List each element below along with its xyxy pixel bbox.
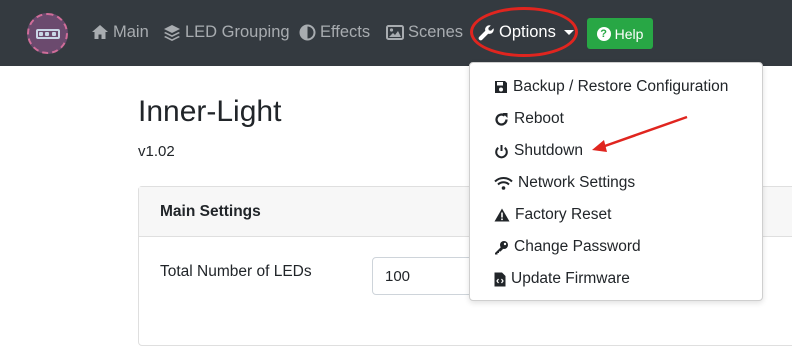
question-circle-icon: ? — [596, 26, 611, 41]
menu-item-label: Change Password — [514, 238, 641, 255]
nav-item-label: Effects — [320, 22, 371, 41]
layers-icon — [164, 24, 180, 41]
navbar: Main LED Grouping Effects Scenes Options… — [0, 0, 792, 66]
menu-item-label: Backup / Restore Configuration — [513, 78, 729, 95]
menu-item-label: Reboot — [514, 110, 564, 127]
nav-item-label: Main — [113, 22, 149, 41]
nav-item-led-grouping[interactable]: LED Grouping — [163, 20, 290, 44]
home-icon — [92, 25, 108, 39]
annotation-circle — [470, 7, 578, 57]
led-count-input[interactable] — [372, 257, 482, 295]
menu-item-label: Update Firmware — [511, 270, 630, 287]
nav-item-label: LED Grouping — [185, 22, 290, 41]
menu-item-reboot[interactable]: Reboot — [470, 106, 762, 132]
version-text: v1.02 — [138, 143, 175, 160]
warning-icon — [494, 208, 510, 222]
menu-item-backup-restore[interactable]: Backup / Restore Configuration — [470, 74, 762, 100]
menu-item-label: Factory Reset — [515, 206, 612, 223]
image-icon — [386, 24, 404, 40]
redo-icon — [495, 112, 508, 126]
menu-item-label: Shutdown — [514, 142, 583, 159]
card-title: Main Settings — [160, 203, 261, 220]
brand-logo[interactable] — [27, 13, 68, 54]
key-icon — [495, 240, 508, 254]
led-strip-icon — [35, 28, 60, 39]
menu-item-update-firmware[interactable]: Update Firmware — [470, 266, 762, 292]
adjust-icon — [299, 24, 316, 40]
menu-item-factory-reset[interactable]: Factory Reset — [470, 202, 762, 228]
power-icon — [495, 144, 508, 158]
help-button[interactable]: ? Help — [587, 18, 653, 49]
nav-item-effects[interactable]: Effects — [299, 20, 370, 44]
menu-item-label: Network Settings — [518, 174, 636, 191]
file-code-icon — [494, 272, 506, 286]
nav-item-main[interactable]: Main — [91, 20, 149, 44]
help-label: Help — [614, 25, 644, 42]
menu-item-network-settings[interactable]: Network Settings — [470, 170, 762, 196]
options-dropdown-menu: Backup / Restore Configuration Reboot Sh… — [469, 62, 763, 301]
menu-item-change-password[interactable]: Change Password — [470, 234, 762, 260]
nav-item-label: Scenes — [408, 22, 464, 41]
nav-item-scenes[interactable]: Scenes — [386, 20, 463, 44]
save-icon — [495, 81, 507, 93]
menu-item-shutdown[interactable]: Shutdown — [470, 138, 762, 164]
page-title: Inner-Light — [138, 95, 282, 128]
led-count-label: Total Number of LEDs — [160, 263, 312, 280]
wifi-icon — [494, 177, 513, 190]
